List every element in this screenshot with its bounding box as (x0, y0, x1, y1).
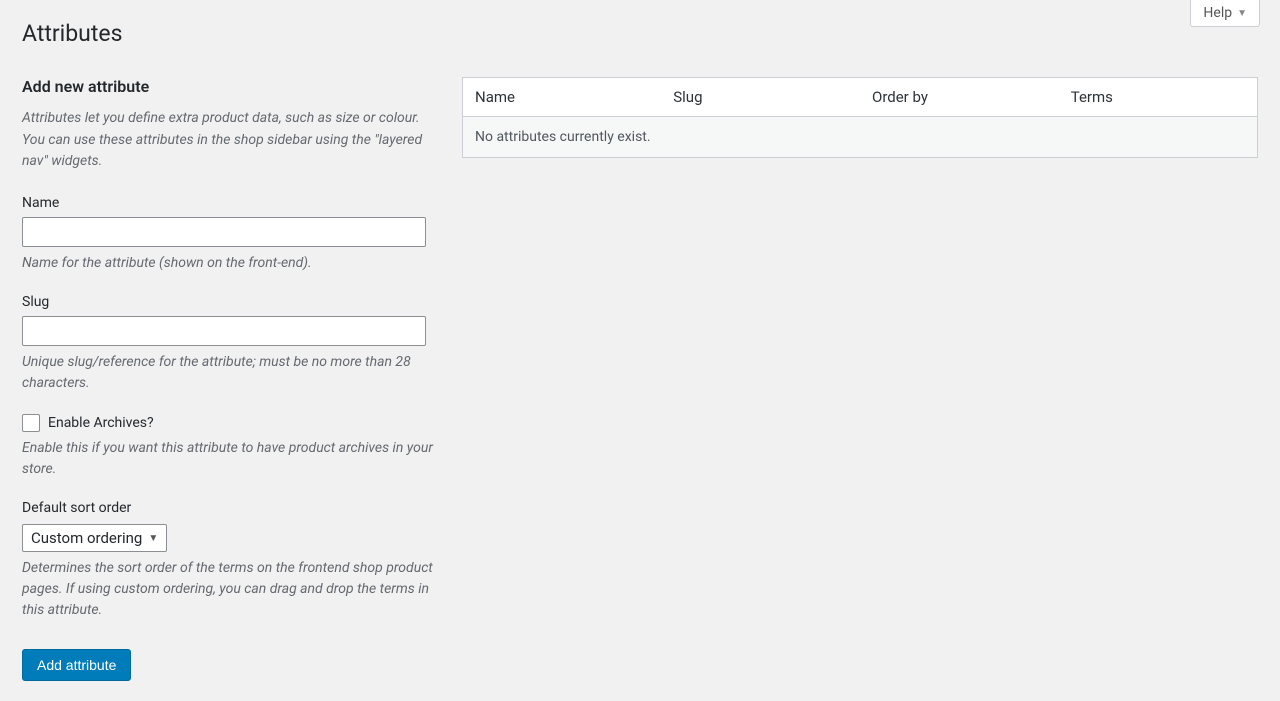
chevron-down-icon: ▼ (148, 533, 158, 544)
form-intro: Attributes let you define extra product … (22, 108, 442, 173)
slug-help: Unique slug/reference for the attribute;… (22, 352, 442, 394)
name-label: Name (22, 195, 442, 211)
attributes-table: Name Slug Order by Terms No attributes c… (462, 77, 1258, 158)
add-attribute-button[interactable]: Add attribute (22, 649, 131, 681)
sort-order-select[interactable]: Custom ordering ▼ (22, 524, 167, 552)
column-header-name[interactable]: Name (463, 78, 662, 117)
table-empty-message: No attributes currently exist. (463, 117, 1258, 158)
form-heading: Add new attribute (22, 77, 442, 96)
page-title: Attributes (22, 20, 1258, 47)
column-header-order-by[interactable]: Order by (860, 78, 1059, 117)
name-help: Name for the attribute (shown on the fro… (22, 253, 442, 274)
chevron-down-icon: ▼ (1237, 8, 1247, 19)
table-empty-row: No attributes currently exist. (463, 117, 1258, 158)
sort-order-selected: Custom ordering (31, 529, 142, 547)
enable-archives-label: Enable Archives? (48, 415, 154, 431)
sort-order-help: Determines the sort order of the terms o… (22, 558, 442, 621)
help-tab[interactable]: Help ▼ (1190, 0, 1260, 27)
column-header-terms[interactable]: Terms (1059, 78, 1258, 117)
help-label: Help (1203, 5, 1232, 21)
enable-archives-checkbox[interactable] (22, 414, 40, 432)
enable-archives-help: Enable this if you want this attribute t… (22, 438, 442, 480)
slug-input[interactable] (22, 316, 426, 346)
slug-label: Slug (22, 294, 442, 310)
name-input[interactable] (22, 217, 426, 247)
add-attribute-form: Add new attribute Attributes let you def… (22, 77, 442, 681)
column-header-slug[interactable]: Slug (661, 78, 860, 117)
sort-order-label: Default sort order (22, 500, 442, 516)
